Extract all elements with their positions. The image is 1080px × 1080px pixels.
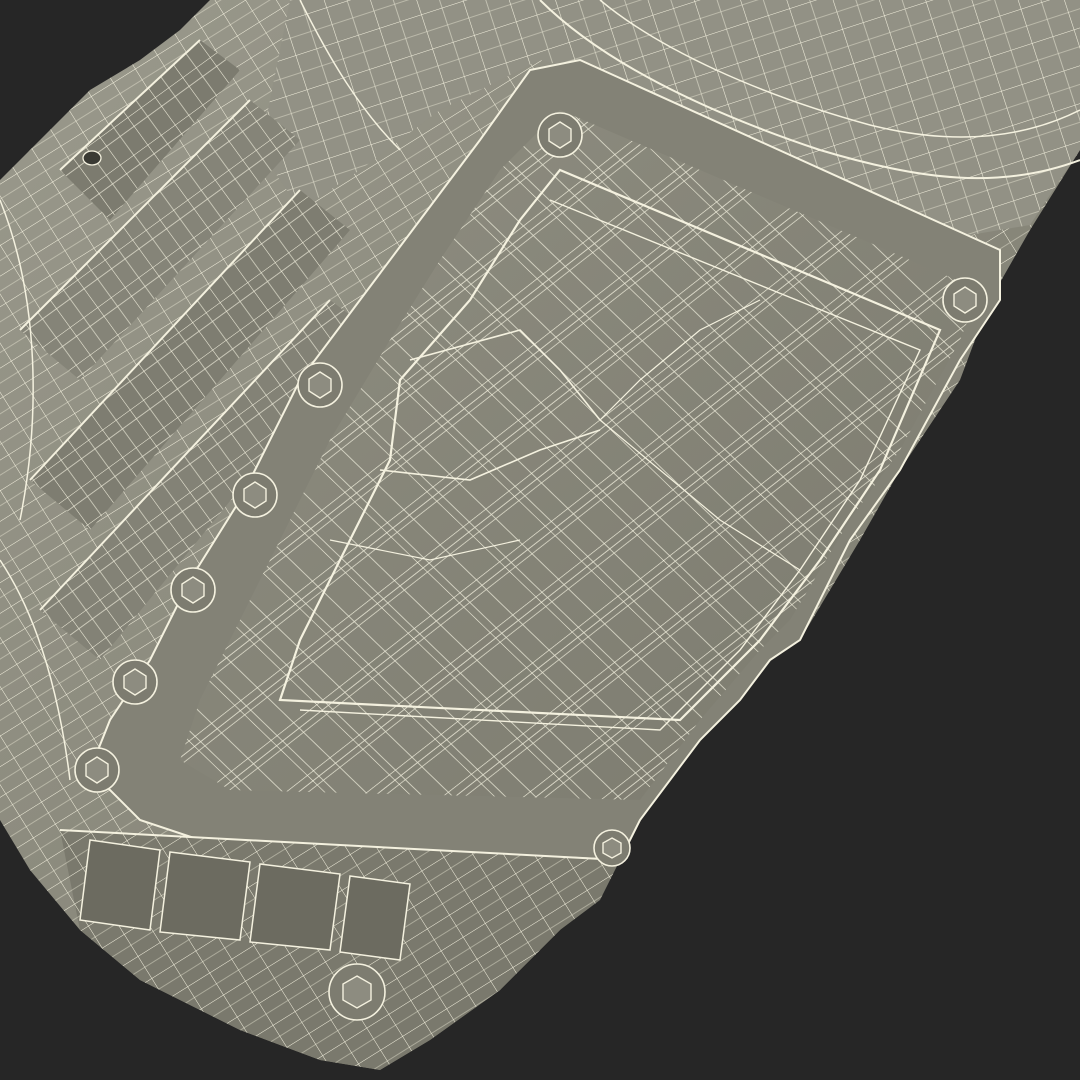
bolt-icon — [328, 963, 386, 1021]
bolt-icon — [537, 112, 583, 158]
wireframe-model — [0, 0, 1080, 1070]
bolt-icon — [942, 277, 988, 323]
port-hole — [82, 150, 102, 166]
render-viewport — [0, 0, 1080, 1080]
bolt-icon — [74, 747, 120, 793]
bolt-icon — [232, 472, 278, 518]
lower-skirt — [59, 829, 621, 1070]
bolt-icon — [112, 659, 158, 705]
bolt-icon — [297, 362, 343, 408]
bolt-icon — [593, 829, 631, 867]
bolt-icon — [170, 567, 216, 613]
